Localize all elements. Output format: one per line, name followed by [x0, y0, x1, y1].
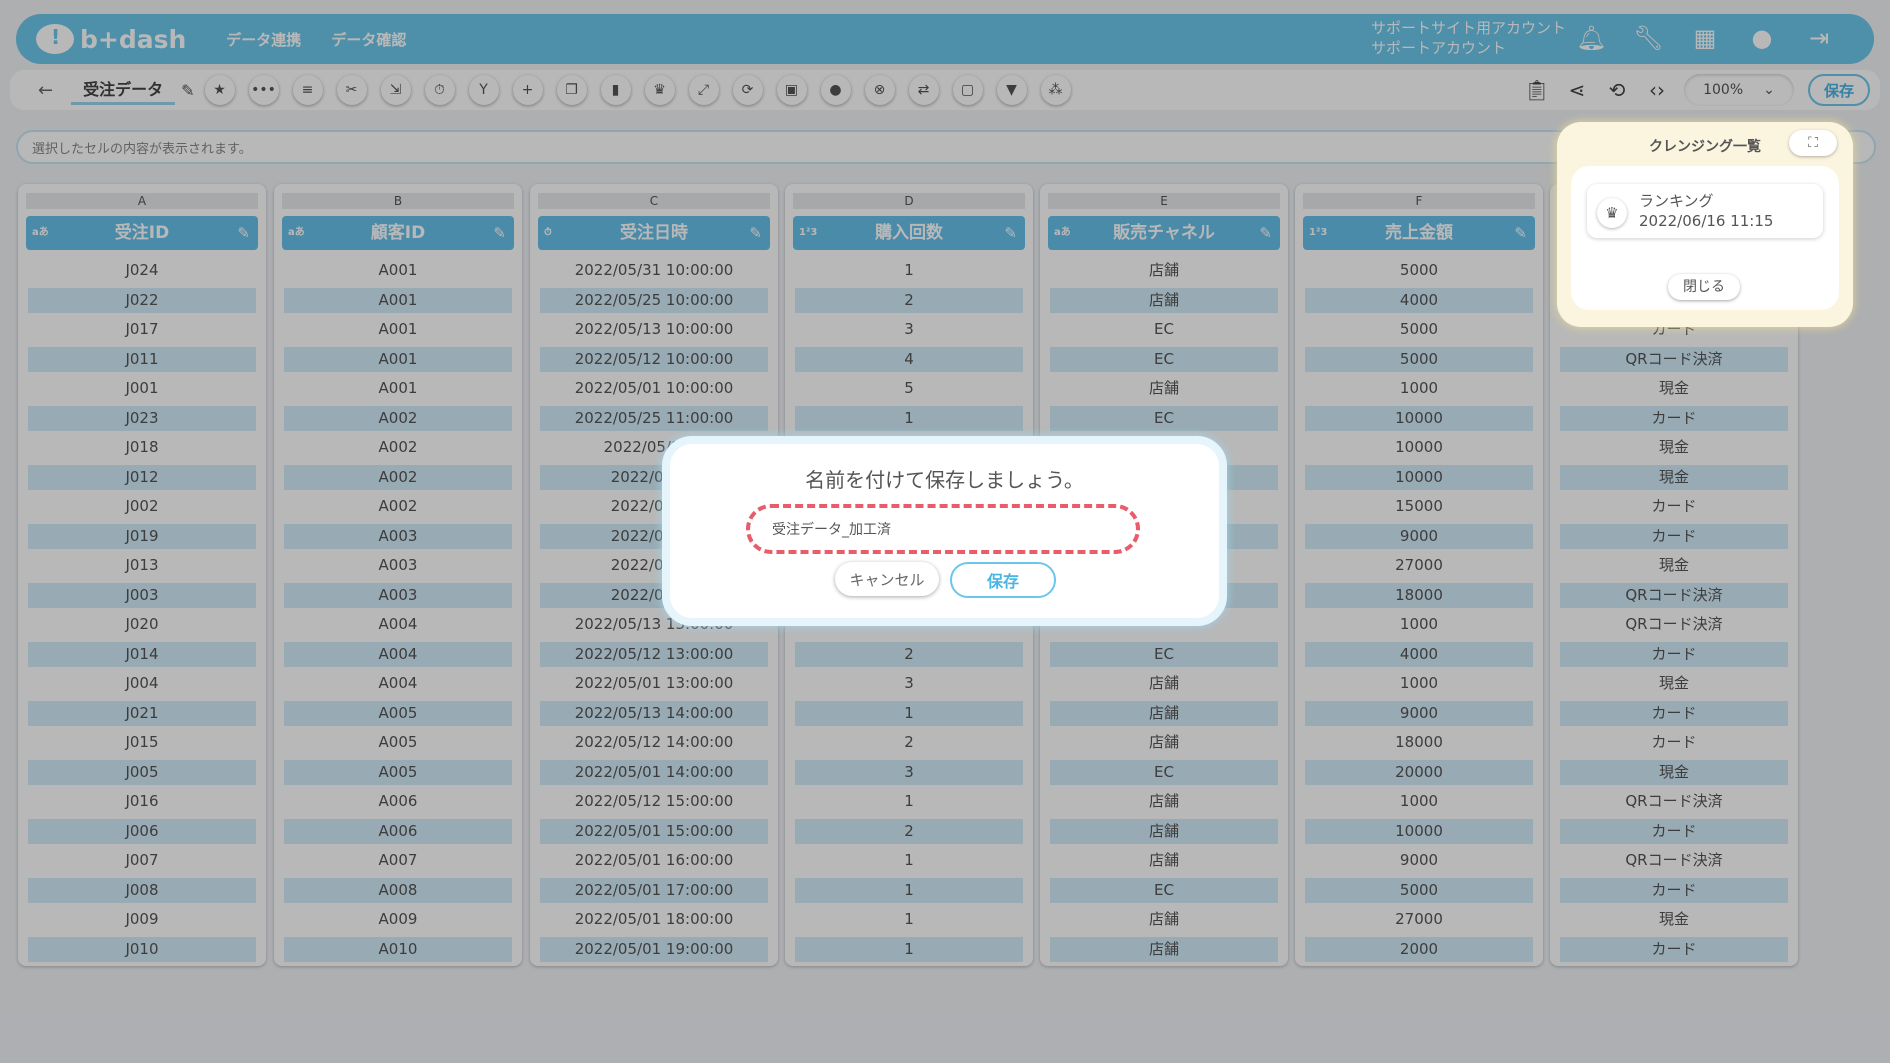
cleansing-item[interactable]: ♛ ランキング 2022/06/16 11:15 — [1587, 184, 1823, 238]
save-name-input[interactable] — [746, 504, 1140, 554]
cleansing-item-name: ランキング — [1639, 192, 1714, 210]
cancel-button[interactable]: キャンセル — [835, 562, 939, 596]
save-name-dialog: 名前を付けて保存しましょう。 キャンセル 保存 — [662, 436, 1227, 626]
expand-panel-icon[interactable]: ⛶ — [1789, 130, 1837, 156]
cleansing-item-date: 2022/06/16 11:15 — [1639, 212, 1774, 230]
crown-icon: ♛ — [1597, 198, 1627, 228]
close-panel-button[interactable]: 閉じる — [1668, 274, 1740, 300]
cleansing-panel: クレンジング一覧 ⛶ ♛ ランキング 2022/06/16 11:15 閉じる — [1557, 122, 1853, 327]
save-button[interactable]: 保存 — [950, 562, 1056, 598]
dialog-title: 名前を付けて保存しましょう。 — [805, 468, 1084, 492]
cleansing-list: ♛ ランキング 2022/06/16 11:15 閉じる — [1571, 166, 1839, 310]
